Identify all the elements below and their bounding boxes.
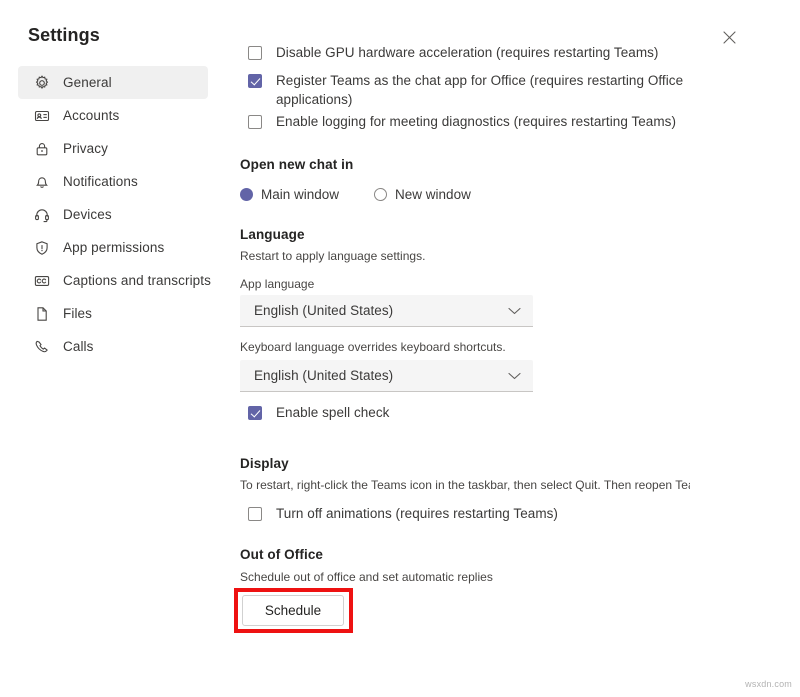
sidebar-item-label: Calls	[63, 339, 94, 354]
checkbox-register-teams-chat-app[interactable]	[248, 74, 262, 88]
page-title: Settings	[28, 25, 100, 46]
settings-dialog: Settings General	[0, 0, 800, 660]
sidebar-item-app-permissions[interactable]: App permissions	[18, 231, 208, 264]
option-label: Enable logging for meeting diagnostics (…	[276, 113, 676, 132]
close-icon	[723, 31, 736, 44]
section-heading-display: Display	[240, 456, 289, 471]
sidebar-item-label: Notifications	[63, 174, 138, 189]
radio-main-window[interactable]	[240, 188, 253, 201]
settings-sidebar: General Accounts	[0, 66, 220, 363]
sidebar-item-label: Privacy	[63, 141, 108, 156]
sidebar-item-label: Captions and transcripts	[63, 273, 211, 288]
close-button[interactable]	[716, 24, 742, 50]
file-icon	[33, 305, 51, 323]
radio-group-open-new-chat: Main window New window	[240, 187, 471, 202]
option-label: Turn off animations (requires restarting…	[276, 505, 558, 524]
sidebar-item-captions-and-transcripts[interactable]: Captions and transcripts	[18, 264, 208, 297]
sidebar-item-accounts[interactable]: Accounts	[18, 99, 208, 132]
headset-icon	[33, 206, 51, 224]
radio-label: Main window	[261, 187, 339, 202]
sidebar-item-general[interactable]: General	[18, 66, 208, 99]
keyboard-language-dropdown[interactable]: English (United States)	[240, 360, 533, 392]
lock-icon	[33, 140, 51, 158]
radio-label: New window	[395, 187, 471, 202]
option-label: Enable spell check	[276, 404, 389, 423]
chevron-down-icon	[508, 307, 521, 315]
sidebar-item-calls[interactable]: Calls	[18, 330, 208, 363]
option-register-teams-chat-app[interactable]: Register Teams as the chat app for Offic…	[238, 72, 690, 109]
keyboard-language-value: English (United States)	[254, 368, 393, 383]
phone-icon	[33, 338, 51, 356]
checkbox-enable-spell-check[interactable]	[248, 406, 262, 420]
sidebar-item-label: General	[63, 75, 112, 90]
sidebar-item-notifications[interactable]: Notifications	[18, 165, 208, 198]
sidebar-item-privacy[interactable]: Privacy	[18, 132, 208, 165]
sidebar-item-devices[interactable]: Devices	[18, 198, 208, 231]
radio-option-new-window[interactable]: New window	[374, 187, 471, 202]
sidebar-item-files[interactable]: Files	[18, 297, 208, 330]
sidebar-item-label: App permissions	[63, 240, 164, 255]
app-language-dropdown[interactable]: English (United States)	[240, 295, 533, 327]
radio-option-main-window[interactable]: Main window	[240, 187, 339, 202]
sidebar-item-label: Files	[63, 306, 92, 321]
app-language-label: App language	[240, 277, 314, 291]
checkbox-enable-logging[interactable]	[248, 115, 262, 129]
checkbox-turn-off-animations[interactable]	[248, 507, 262, 521]
sidebar-item-label: Devices	[63, 207, 112, 222]
keyboard-language-label: Keyboard language overrides keyboard sho…	[240, 340, 506, 354]
settings-content: Disable GPU hardware acceleration (requi…	[238, 40, 690, 655]
option-enable-spell-check[interactable]: Enable spell check	[238, 404, 690, 423]
checkbox-disable-gpu-acceleration[interactable]	[248, 46, 262, 60]
schedule-button[interactable]: Schedule	[242, 595, 344, 626]
radio-new-window[interactable]	[374, 188, 387, 201]
sidebar-item-label: Accounts	[63, 108, 119, 123]
display-subtext: To restart, right-click the Teams icon i…	[240, 478, 688, 492]
shield-icon	[33, 239, 51, 257]
option-turn-off-animations[interactable]: Turn off animations (requires restarting…	[238, 505, 690, 524]
out-of-office-subtext: Schedule out of office and set automatic…	[240, 570, 493, 584]
closed-caption-icon	[33, 272, 51, 290]
section-heading-open-new-chat: Open new chat in	[240, 157, 353, 172]
option-label: Disable GPU hardware acceleration (requi…	[276, 44, 658, 63]
section-heading-language: Language	[240, 227, 305, 242]
option-enable-logging[interactable]: Enable logging for meeting diagnostics (…	[238, 113, 690, 132]
chevron-down-icon	[508, 372, 521, 380]
id-card-icon	[33, 107, 51, 125]
gear-icon	[33, 74, 51, 92]
option-label: Register Teams as the chat app for Offic…	[276, 72, 690, 109]
watermark: wsxdn.com	[745, 679, 792, 689]
language-subtext: Restart to apply language settings.	[240, 249, 425, 263]
option-disable-gpu-acceleration[interactable]: Disable GPU hardware acceleration (requi…	[238, 44, 690, 63]
bell-icon	[33, 173, 51, 191]
app-language-value: English (United States)	[254, 303, 393, 318]
section-heading-out-of-office: Out of Office	[240, 547, 323, 562]
